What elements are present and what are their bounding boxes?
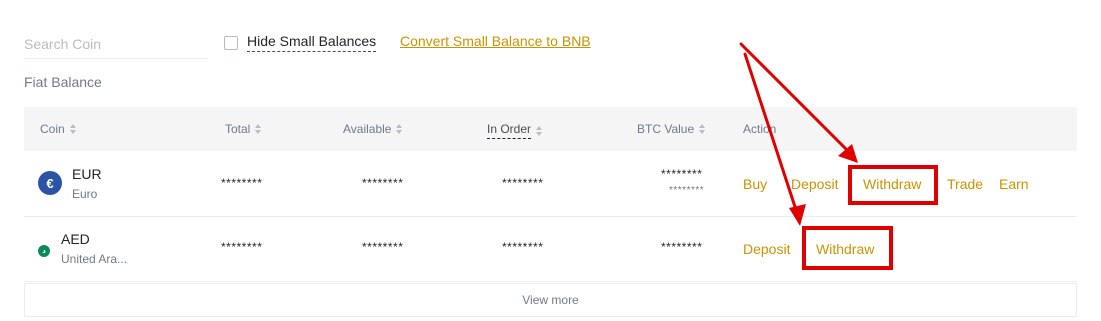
section-title: Fiat Balance [24, 74, 102, 90]
withdraw-highlight-box [848, 165, 938, 205]
hide-small-balances-toggle[interactable]: Hide Small Balances [224, 33, 377, 52]
convert-small-balance-link[interactable]: Convert Small Balance to BNB [400, 33, 591, 49]
sort-icon[interactable] [255, 124, 262, 134]
available-value: ******** [362, 240, 404, 254]
header-available-label: Available [343, 122, 392, 136]
header-action: Action [743, 122, 776, 136]
buy-button[interactable]: Buy [743, 176, 767, 192]
total-value: ******** [221, 240, 263, 254]
coin-code: AED [61, 231, 90, 247]
header-coin[interactable]: Coin [40, 122, 76, 136]
hide-small-balances-label[interactable]: Hide Small Balances [247, 33, 377, 52]
header-action-label: Action [743, 122, 777, 136]
search-coin[interactable] [24, 30, 208, 59]
search-input[interactable] [24, 30, 208, 52]
deposit-button[interactable]: Deposit [743, 241, 790, 257]
total-value: ******** [221, 176, 263, 190]
header-available[interactable]: Available [343, 122, 403, 136]
header-total[interactable]: Total [225, 122, 262, 136]
hide-small-balances-checkbox[interactable] [224, 35, 238, 50]
header-in-order-label: In Order [487, 122, 532, 139]
earn-button[interactable]: Earn [999, 176, 1029, 192]
table-row: د AED United Ara... ******** ******** **… [24, 217, 1077, 282]
available-value: ******** [362, 176, 404, 190]
coin-name: Euro [72, 187, 98, 201]
euro-icon: € [38, 171, 62, 195]
sort-icon[interactable] [699, 124, 706, 134]
coin-code: EUR [72, 166, 102, 182]
btc-value: ******** [661, 167, 703, 181]
sort-icon[interactable] [69, 124, 76, 134]
header-coin-label: Coin [40, 122, 65, 136]
trade-button[interactable]: Trade [947, 176, 983, 192]
table-header: Coin Total Available In Order BTC Value … [24, 107, 1077, 151]
sort-icon[interactable] [396, 124, 403, 134]
btc-value-sub: ******** [669, 185, 705, 196]
withdraw-highlight-box [802, 226, 893, 270]
in-order-value: ******** [502, 176, 544, 190]
in-order-value: ******** [502, 240, 544, 254]
header-total-label: Total [225, 122, 251, 136]
header-btc-value-label: BTC Value [637, 122, 695, 136]
view-more-button[interactable]: View more [24, 283, 1077, 317]
coin-name: United Ara... [61, 252, 128, 266]
fiat-balance-table: Coin Total Available In Order BTC Value … [24, 107, 1077, 317]
btc-value: ******** [661, 240, 703, 254]
deposit-button[interactable]: Deposit [791, 176, 838, 192]
sort-icon[interactable] [536, 125, 543, 136]
header-in-order[interactable]: In Order [487, 122, 543, 139]
aed-flag-icon: د [38, 245, 50, 257]
header-btc-value[interactable]: BTC Value [637, 122, 706, 136]
